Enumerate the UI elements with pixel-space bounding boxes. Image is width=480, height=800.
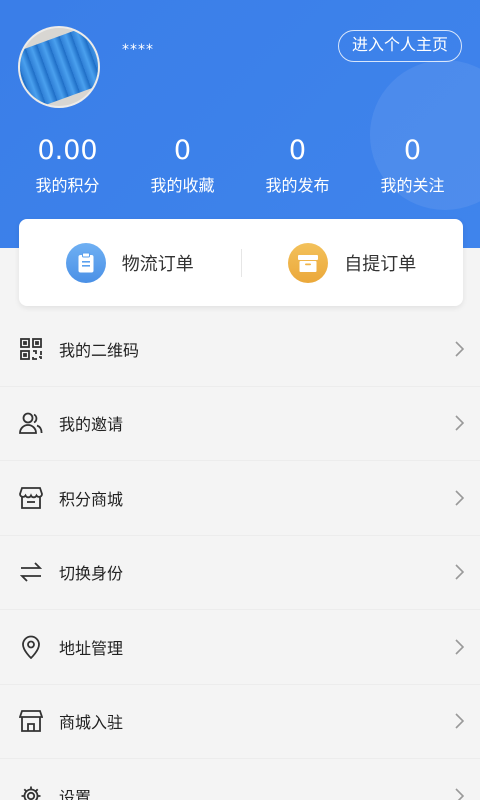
stat-value: 0: [173, 135, 192, 166]
orders-card: 物流订单 自提订单: [19, 219, 463, 306]
order-label: 自提订单: [344, 253, 417, 275]
users-icon: [17, 409, 45, 437]
stats-row: 0.00 我的积分 0 我的收藏 0 我的发布 0 我的关注: [0, 134, 480, 198]
chevron-right-icon: [455, 341, 464, 357]
logistics-orders-button[interactable]: 物流订单: [19, 242, 241, 283]
shop-icon: [17, 707, 45, 735]
stat-label: 我的发布: [265, 176, 330, 195]
chevron-right-icon: [455, 713, 464, 729]
menu-item-mall-entry[interactable]: 商城入驻: [0, 685, 480, 759]
stat-label: 我的关注: [380, 176, 445, 195]
chevron-right-icon: [455, 639, 464, 655]
menu-item-invite[interactable]: 我的邀请: [0, 387, 480, 461]
menu-item-switch-identity[interactable]: 切换身份: [0, 536, 480, 610]
menu-item-settings[interactable]: 设置: [0, 759, 480, 800]
stat-value: 0.00: [37, 135, 98, 166]
stat-favorites[interactable]: 0 我的收藏: [125, 134, 240, 198]
chevron-right-icon: [455, 788, 464, 800]
homepage-button[interactable]: 进入个人主页: [337, 30, 462, 62]
stat-points[interactable]: 0.00 我的积分: [10, 134, 125, 198]
chevron-right-icon: [455, 490, 464, 506]
avatar[interactable]: [18, 26, 100, 108]
menu-label: 我的邀请: [59, 415, 124, 435]
menu-label: 积分商城: [59, 489, 124, 509]
menu-label: 我的二维码: [59, 340, 140, 360]
gear-icon: [17, 782, 45, 800]
clipboard-icon: [65, 242, 106, 283]
order-label: 物流订单: [121, 253, 194, 275]
menu-item-points-mall[interactable]: 积分商城: [0, 461, 480, 536]
store-icon: [17, 484, 45, 512]
menu-item-qrcode[interactable]: 我的二维码: [0, 312, 480, 387]
menu-label: 设置: [59, 787, 92, 800]
swap-icon: [17, 558, 45, 586]
stat-value: 0: [403, 135, 422, 166]
avatar-image: [20, 28, 98, 106]
stat-label: 我的收藏: [150, 176, 215, 195]
location-pin-icon: [17, 633, 45, 661]
stat-following[interactable]: 0 我的关注: [355, 134, 470, 198]
menu-item-address[interactable]: 地址管理: [0, 610, 480, 685]
stat-label: 我的积分: [35, 176, 100, 195]
chevron-right-icon: [455, 415, 464, 431]
menu-label: 商城入驻: [59, 713, 124, 733]
pickup-orders-button[interactable]: 自提订单: [242, 242, 464, 283]
profile-header: **** 进入个人主页 0.00 我的积分 0 我的收藏 0 我的发布 0 我的…: [0, 0, 480, 248]
menu-label: 地址管理: [59, 638, 124, 658]
qrcode-icon: [17, 335, 45, 363]
stat-value: 0: [288, 135, 307, 166]
menu-list: 我的二维码 我的邀请 积分商城 切换身份 地址管理 商城入驻 设置: [0, 312, 480, 800]
box-icon: [288, 242, 329, 283]
menu-label: 切换身份: [59, 564, 124, 584]
chevron-right-icon: [455, 564, 464, 580]
stat-posts[interactable]: 0 我的发布: [240, 134, 355, 198]
username: ****: [122, 42, 154, 58]
